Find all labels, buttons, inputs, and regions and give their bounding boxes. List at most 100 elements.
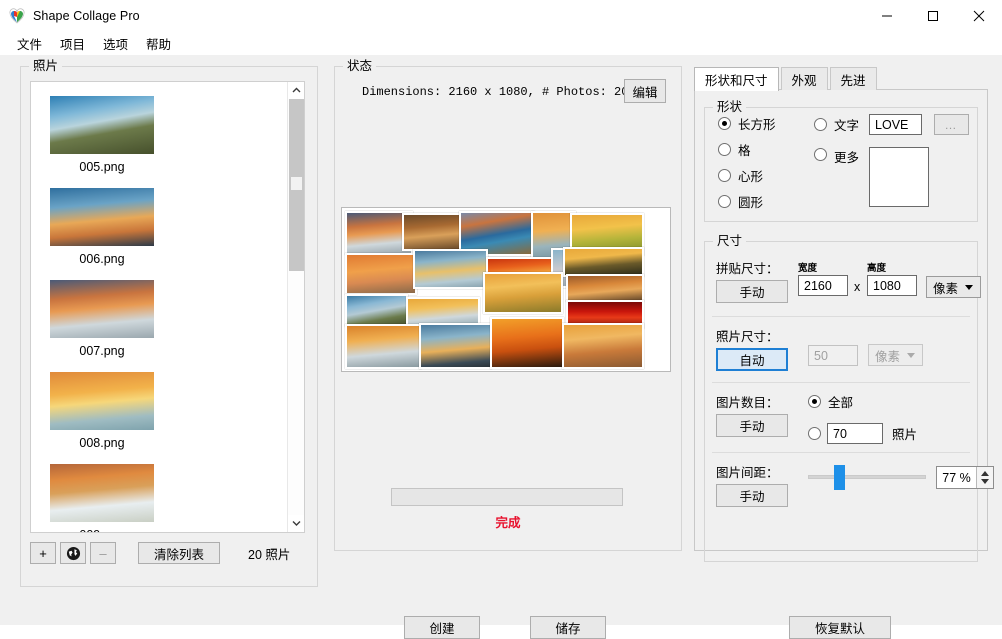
minimize-button[interactable] (864, 0, 910, 31)
photo-filename: 008.png (79, 436, 125, 450)
window-title: Shape Collage Pro (33, 8, 140, 23)
shape-group-title: 形状 (713, 100, 747, 114)
chevron-down-icon-2 (907, 353, 915, 358)
dimensions-label: Dimensions: 2160 x 1080, # Photos: 20 (362, 85, 629, 99)
restore-defaults-button[interactable]: 恢复默认 (789, 616, 891, 639)
photo-item[interactable]: 005.png (45, 96, 159, 174)
tab-advanced[interactable]: 先进 (829, 67, 877, 90)
shape-text-browse-button[interactable]: … (934, 114, 970, 135)
collage-tile (563, 247, 644, 277)
photo-number-mode-button[interactable]: 手动 (716, 414, 788, 437)
scrollbar-thumb[interactable] (289, 99, 304, 271)
photo-number-all-option[interactable]: 全部 (808, 392, 917, 411)
shape-group: 形状 长方形 格 心形 圆形 文字 LOVE … 更多 (704, 100, 978, 222)
photo-number-input[interactable]: 70 (827, 423, 883, 444)
spin-up-icon[interactable] (981, 471, 989, 476)
radio-heart-icon[interactable] (718, 169, 731, 182)
edit-button[interactable]: 编辑 (624, 79, 666, 103)
photo-size-mode-button[interactable]: 自动 (716, 348, 788, 371)
menu-item-project[interactable]: 项目 (51, 32, 94, 55)
radio-rectangle-icon[interactable] (718, 117, 731, 130)
photo-size-input[interactable]: 50 (808, 345, 858, 366)
remove-photos-button[interactable]: – (90, 542, 116, 564)
collage-unit-select[interactable]: 像素 (926, 276, 981, 298)
scroll-up-icon[interactable] (288, 82, 304, 99)
photo-thumbnail[interactable] (50, 280, 154, 338)
photo-grid: 005.png006.png007.png008.png009.png010.p… (31, 82, 287, 532)
shape-option-text[interactable]: 文字 LOVE … (814, 114, 970, 135)
shape-option-rectangle-label: 长方形 (738, 118, 776, 132)
radio-text-icon[interactable] (814, 118, 827, 131)
scroll-down-icon[interactable] (288, 515, 304, 532)
spacing-slider-thumb[interactable] (834, 465, 845, 490)
save-button[interactable]: 储存 (530, 616, 606, 639)
photo-item[interactable]: 006.png (45, 188, 159, 266)
app-logo-icon (9, 7, 25, 23)
menu-bar: 文件 项目 选项 帮助 (0, 31, 1002, 55)
scrollbar-track[interactable] (288, 99, 304, 515)
radio-all-icon[interactable] (808, 395, 821, 408)
photo-filename: 006.png (79, 252, 125, 266)
photo-thumbnail[interactable] (50, 372, 154, 430)
shape-text-input[interactable]: LOVE (869, 114, 923, 135)
photo-list-scrollbar[interactable] (287, 82, 304, 532)
maximize-button[interactable] (910, 0, 956, 31)
radio-grid-icon[interactable] (718, 143, 731, 156)
width-label: 宽度 (798, 263, 818, 274)
photo-list[interactable]: 005.png006.png007.png008.png009.png010.p… (30, 81, 305, 533)
photos-panel: 照片 005.png006.png007.png008.png009.png01… (20, 59, 318, 587)
add-photos-button[interactable]: + (30, 542, 56, 564)
clear-list-button[interactable]: 清除列表 (138, 542, 220, 564)
shape-options-right: 文字 LOVE … 更多 (814, 114, 970, 214)
shape-option-more[interactable]: 更多 (814, 147, 969, 207)
shape-option-heart[interactable]: 心形 (718, 166, 776, 185)
menu-item-file[interactable]: 文件 (8, 32, 51, 55)
collage-width-input[interactable]: 2160 (798, 275, 848, 296)
globe-icon-button[interactable] (60, 542, 86, 564)
photo-size-unit-value: 像素 (875, 349, 901, 364)
spin-down-icon[interactable] (981, 479, 989, 484)
size-separator: x (854, 280, 861, 294)
menu-item-help[interactable]: 帮助 (137, 32, 180, 55)
chevron-down-icon (965, 285, 973, 290)
photo-thumbnail[interactable] (50, 96, 154, 154)
photo-number-label: 图片数目： (716, 396, 779, 410)
shape-option-grid[interactable]: 格 (718, 140, 776, 159)
photo-thumbnail[interactable] (50, 464, 154, 522)
spacing-spin-arrows[interactable] (976, 467, 993, 488)
radio-custom-count-icon[interactable] (808, 427, 821, 440)
collage-tile (345, 324, 422, 369)
shape-more-preview[interactable] (869, 147, 930, 207)
tab-strip: 形状和尺寸 外观 先进 (694, 67, 879, 91)
shape-option-heart-label: 心形 (738, 170, 764, 184)
tab-appearance[interactable]: 外观 (780, 67, 828, 90)
spacing-spinbox[interactable]: 77 % (936, 466, 994, 489)
photo-thumbnail[interactable] (50, 188, 154, 246)
shape-option-more-label: 更多 (834, 151, 860, 165)
collage-tile (345, 253, 417, 295)
radio-more-icon[interactable] (814, 148, 827, 161)
photo-item[interactable]: 008.png (45, 372, 159, 450)
photo-number-custom-option[interactable]: 70 照片 (808, 423, 917, 444)
photo-toolbar: + – 清除列表 20 照片 (30, 541, 308, 565)
settings-panel: 形状和尺寸 外观 先进 形状 长方形 格 心形 圆形 文字 LOVE … 更多 … (694, 67, 994, 562)
collage-size-mode-button[interactable]: 手动 (716, 280, 788, 303)
photo-size-unit-select[interactable]: 像素 (868, 344, 923, 366)
close-button[interactable] (956, 0, 1002, 31)
photo-count-label: 20 照片 (248, 547, 291, 562)
create-button[interactable]: 创建 (404, 616, 480, 639)
menu-item-options[interactable]: 选项 (94, 32, 137, 55)
photo-item[interactable]: 009.png (45, 464, 159, 532)
collage-tile (406, 297, 480, 326)
photo-spacing-mode-button[interactable]: 手动 (716, 484, 788, 507)
photo-spacing-label: 图片间距： (716, 466, 779, 480)
shape-option-rectangle[interactable]: 长方形 (718, 114, 776, 133)
photo-item[interactable]: 007.png (45, 280, 159, 358)
collage-tile (483, 272, 563, 314)
spacing-slider-track[interactable] (808, 465, 926, 490)
radio-circle-icon[interactable] (718, 195, 731, 208)
tab-shape-and-size[interactable]: 形状和尺寸 (694, 67, 779, 91)
collage-preview[interactable] (341, 207, 671, 372)
shape-option-circle[interactable]: 圆形 (718, 192, 776, 211)
collage-height-input[interactable]: 1080 (867, 275, 917, 296)
